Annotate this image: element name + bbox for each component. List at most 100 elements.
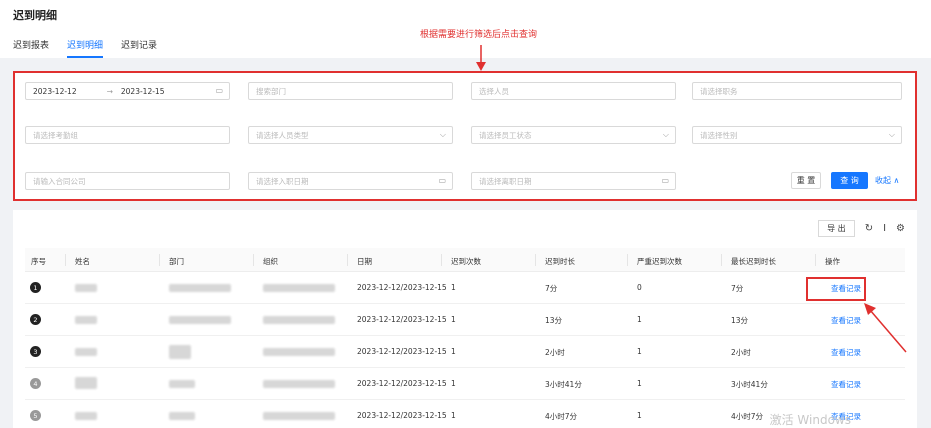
tab-bar: 迟到报表 迟到明细 迟到记录	[13, 38, 157, 58]
cell-max-duration: 7分	[731, 284, 744, 293]
column-divider	[441, 254, 442, 266]
th-action: 操作	[825, 257, 840, 266]
windows-activation-watermark: 激活 Windows	[769, 413, 851, 427]
cell-severe-count: 1	[637, 347, 642, 356]
table-panel: 导 出 ↻ Ⅰ ⚙ 序号 姓名 部门 组织 日期 迟到次数 迟到时长 严重迟到次…	[13, 210, 917, 428]
position-placeholder: 请选择职务	[700, 86, 738, 96]
redacted-dept	[169, 380, 195, 388]
employee-status-select[interactable]: 请选择员工状态 ⌵	[471, 126, 676, 144]
tab-late-report[interactable]: 迟到报表	[13, 38, 49, 58]
cell-late-duration: 3小时41分	[545, 380, 582, 389]
cell-late-duration: 2小时	[545, 348, 565, 357]
cell-severe-count: 1	[637, 379, 642, 388]
column-height-icon[interactable]: Ⅰ	[883, 223, 886, 234]
th-late-duration: 迟到时长	[545, 257, 575, 266]
th-late-count: 迟到次数	[451, 257, 481, 266]
column-divider	[535, 254, 536, 266]
leave-date-placeholder: 请选择离职日期	[479, 176, 532, 186]
annotation-text: 根据需要进行筛选后点击查询	[420, 30, 538, 40]
date-end-value: 2023-12-15	[120, 86, 165, 96]
redacted-org	[263, 316, 335, 324]
chevron-down-icon: ⌵	[439, 130, 446, 139]
redacted-org	[263, 380, 335, 388]
th-index: 序号	[31, 257, 46, 266]
date-range-picker[interactable]: 2023-12-12 → 2023-12-15 ▭	[25, 82, 230, 100]
redacted-name	[75, 412, 97, 420]
redacted-name	[75, 284, 97, 292]
calendar-icon: ▭	[438, 176, 446, 185]
column-divider	[815, 254, 816, 266]
th-name: 姓名	[75, 257, 90, 266]
date-start-value: 2023-12-12	[33, 86, 77, 96]
cell-max-duration: 2小时	[731, 348, 751, 357]
cell-severe-count: 1	[637, 411, 642, 420]
table-header: 序号 姓名 部门 组织 日期 迟到次数 迟到时长 严重迟到次数 最长迟到时长 操…	[25, 248, 905, 272]
row-index-badge: 4	[30, 378, 41, 389]
cell-date: 2023-12-12/2023-12-15	[357, 347, 447, 356]
query-button[interactable]: 查 询	[831, 172, 868, 189]
chevron-down-icon: ⌵	[888, 130, 895, 139]
reset-button[interactable]: 重 置	[791, 172, 821, 189]
person-type-placeholder: 请选择人员类型	[256, 130, 309, 140]
attendance-group-select[interactable]: 请选择考勤组	[25, 126, 230, 144]
table-toolbar: 导 出 ↻ Ⅰ ⚙	[818, 220, 905, 237]
tab-late-detail[interactable]: 迟到明细	[67, 38, 104, 58]
cell-late-duration: 4小时7分	[545, 412, 578, 421]
th-severe-count: 严重迟到次数	[637, 257, 682, 266]
position-select[interactable]: 请选择职务	[692, 82, 902, 100]
cell-date: 2023-12-12/2023-12-15	[357, 379, 447, 388]
cell-late-count: 1	[451, 315, 456, 324]
redacted-name	[75, 377, 97, 389]
contract-company-input[interactable]: 请输入合同公司	[25, 172, 230, 190]
column-divider	[253, 254, 254, 266]
row-index-badge: 5	[30, 410, 41, 421]
redacted-dept	[169, 316, 231, 324]
cell-max-duration: 4小时7分	[731, 412, 764, 421]
collapse-link[interactable]: 收起 ∧	[875, 175, 899, 186]
gender-select[interactable]: 请选择性别 ⌵	[692, 126, 902, 144]
settings-icon[interactable]: ⚙	[896, 223, 905, 234]
view-records-link[interactable]: 查看记录	[831, 315, 861, 326]
calendar-icon: ▭	[215, 86, 223, 95]
person-type-select[interactable]: 请选择人员类型 ⌵	[248, 126, 453, 144]
tab-late-records[interactable]: 迟到记录	[121, 38, 157, 58]
th-max-duration: 最长迟到时长	[731, 257, 776, 266]
contract-company-placeholder: 请输入合同公司	[33, 176, 86, 186]
cell-max-duration: 3小时41分	[731, 380, 768, 389]
attendance-group-placeholder: 请选择考勤组	[33, 130, 78, 140]
th-org: 组织	[263, 257, 278, 266]
cell-severe-count: 0	[637, 283, 642, 292]
view-records-link[interactable]: 查看记录	[831, 347, 861, 358]
dept-search-input[interactable]: 搜索部门	[248, 82, 453, 100]
person-select[interactable]: 选择人员	[471, 82, 676, 100]
view-records-link[interactable]: 查看记录	[831, 379, 861, 390]
cell-late-duration: 7分	[545, 284, 558, 293]
leave-date-picker[interactable]: 请选择离职日期 ▭	[471, 172, 676, 190]
page-title: 迟到明细	[13, 9, 57, 22]
gender-placeholder: 请选择性别	[700, 130, 738, 140]
row-index-badge: 1	[30, 282, 41, 293]
annotation-highlight-box	[806, 277, 866, 301]
employee-status-placeholder: 请选择员工状态	[479, 130, 532, 140]
cell-late-count: 1	[451, 411, 456, 420]
annotation-arrow-down-icon	[476, 45, 486, 71]
column-divider	[721, 254, 722, 266]
table-row: 4 2023-12-12/2023-12-15 1 3小时41分 1 3小时41…	[25, 368, 905, 400]
cell-severe-count: 1	[637, 315, 642, 324]
page-header: 迟到明细 迟到报表 迟到明细 迟到记录 根据需要进行筛选后点击查询	[0, 0, 931, 58]
entry-date-picker[interactable]: 请选择入职日期 ▭	[248, 172, 453, 190]
redacted-dept	[169, 345, 191, 359]
table-row: 2 2023-12-12/2023-12-15 1 13分 1 13分 查看记录	[25, 304, 905, 336]
date-separator: →	[106, 86, 113, 96]
cell-late-count: 1	[451, 347, 456, 356]
person-placeholder: 选择人员	[479, 86, 509, 96]
export-button[interactable]: 导 出	[818, 220, 855, 237]
calendar-icon: ▭	[661, 176, 669, 185]
cell-late-duration: 13分	[545, 316, 563, 325]
column-divider	[347, 254, 348, 266]
redacted-org	[263, 412, 335, 420]
table-row: 1 2023-12-12/2023-12-15 1 7分 0 7分 查看记录	[25, 272, 905, 304]
refresh-icon[interactable]: ↻	[865, 223, 873, 234]
chevron-down-icon: ⌵	[662, 130, 669, 139]
redacted-name	[75, 348, 97, 356]
